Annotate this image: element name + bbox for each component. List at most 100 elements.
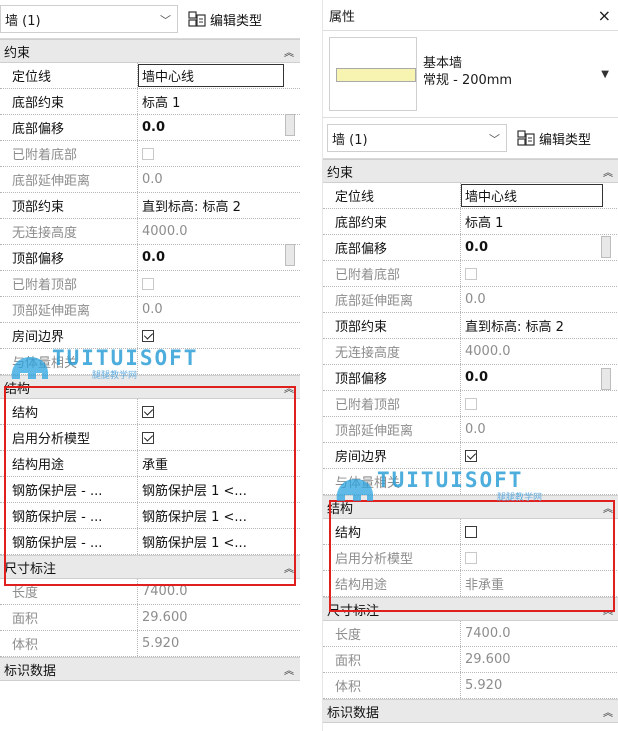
collapse-chevron-icon[interactable]: ︽	[603, 602, 613, 617]
collapse-chevron-icon[interactable]: ︽	[284, 44, 294, 59]
prop-row-structural-usage[interactable]: 结构用途 承重	[0, 451, 300, 477]
prop-label: 长度	[0, 579, 138, 604]
collapse-chevron-icon[interactable]: ︽	[603, 164, 613, 179]
prop-row-top-offset[interactable]: 顶部偏移 0.0	[0, 245, 300, 271]
prop-value: 4000.0	[142, 224, 188, 239]
prop-row-rebar-cover-2[interactable]: 钢筋保护层 - ... 钢筋保护层 1 <...	[0, 503, 300, 529]
scrollbar-thumb[interactable]	[601, 236, 611, 258]
checkbox-icon	[465, 551, 477, 564]
prop-row-structural[interactable]: 结构	[0, 399, 300, 425]
prop-label: 与体量相关	[0, 349, 138, 374]
prop-value-input[interactable]: 墙中心线	[461, 184, 603, 207]
prop-label: 已附着底部	[323, 261, 461, 286]
prop-value[interactable]: 钢筋保护层 1 <...	[138, 477, 300, 502]
prop-row-enable-analytical-model: 启用分析模型	[323, 545, 618, 571]
prop-label: 底部偏移	[323, 235, 461, 260]
prop-row-location-line[interactable]: 定位线 墙中心线	[0, 63, 300, 89]
edit-type-icon	[517, 130, 535, 146]
prop-label: 顶部约束	[0, 193, 138, 218]
prop-row-room-bounding[interactable]: 房间边界	[323, 443, 618, 469]
prop-label: 启用分析模型	[0, 425, 138, 450]
prop-value[interactable]	[461, 443, 618, 468]
checkbox-checked-icon[interactable]	[465, 449, 477, 462]
prop-row-base-offset[interactable]: 底部偏移 0.0	[323, 235, 618, 261]
prop-label: 顶部延伸距离	[323, 417, 461, 442]
prop-value[interactable]: 0.0	[461, 235, 618, 260]
prop-row-top-constraint[interactable]: 顶部约束 直到标高: 标高 2	[323, 313, 618, 339]
prop-value	[138, 349, 300, 374]
collapse-chevron-icon[interactable]: ︽	[284, 560, 294, 575]
prop-row-top-extension: 顶部延伸距离 0.0	[323, 417, 618, 443]
section-identity-data[interactable]: 标识数据 ︽	[0, 657, 300, 681]
section-constraints[interactable]: 约束 ︽	[0, 39, 300, 63]
prop-row-rebar-cover-3[interactable]: 钢筋保护层 - ... 钢筋保护层 1 <...	[0, 529, 300, 555]
prop-row-base-extension: 底部延伸距离 0.0	[0, 167, 300, 193]
close-icon[interactable]: ×	[598, 6, 611, 25]
prop-row-base-extension: 底部延伸距离 0.0	[323, 287, 618, 313]
prop-value[interactable]: 标高 1	[461, 209, 618, 234]
prop-value[interactable]	[138, 399, 300, 424]
section-structure[interactable]: 结构 ︽	[0, 375, 300, 399]
prop-value[interactable]	[461, 519, 618, 544]
prop-value[interactable]: 钢筋保护层 1 <...	[138, 529, 300, 554]
prop-row-structural[interactable]: 结构	[323, 519, 618, 545]
collapse-chevron-icon[interactable]: ︽	[284, 380, 294, 395]
prop-label: 已附着底部	[0, 141, 138, 166]
prop-value[interactable]: 0.0	[138, 245, 300, 270]
checkbox-checked-icon[interactable]	[142, 431, 154, 444]
prop-row-base-constraint[interactable]: 底部约束 标高 1	[0, 89, 300, 115]
prop-value[interactable]	[138, 425, 300, 450]
scrollbar-thumb[interactable]	[285, 244, 295, 266]
collapse-chevron-icon[interactable]: ︽	[603, 704, 613, 719]
prop-value[interactable]: 0.0	[138, 115, 300, 140]
instance-filter-dropdown[interactable]: 墙 (1) ﹀	[0, 5, 178, 33]
collapse-chevron-icon[interactable]: ︽	[284, 662, 294, 677]
prop-label: 定位线	[0, 63, 138, 88]
prop-value[interactable]: 0.0	[461, 365, 618, 390]
prop-value: 5.920	[465, 678, 503, 693]
prop-row-top-constraint[interactable]: 顶部约束 直到标高: 标高 2	[0, 193, 300, 219]
chevron-down-icon: ﹀	[160, 14, 171, 27]
edit-type-button[interactable]: 编辑类型	[188, 10, 262, 29]
dropdown-caret-icon[interactable]: ▼	[601, 69, 609, 80]
prop-row-base-attached: 已附着底部	[0, 141, 300, 167]
scrollbar-thumb[interactable]	[601, 368, 611, 390]
checkbox-checked-icon[interactable]	[142, 405, 154, 418]
prop-row-location-line[interactable]: 定位线 墙中心线	[323, 183, 618, 209]
type-selector[interactable]: 基本墙 常规 - 200mm ▼	[323, 31, 618, 118]
type-selector-bar: 墙 (1) ﹀ 编辑类型	[0, 0, 300, 39]
prop-row-volume: 体积 5.920	[0, 631, 300, 657]
section-constraints[interactable]: 约束 ︽	[323, 159, 618, 183]
prop-row-base-constraint[interactable]: 底部约束 标高 1	[323, 209, 618, 235]
prop-value[interactable]: 承重	[138, 451, 300, 476]
checkbox-unchecked-icon[interactable]	[465, 525, 477, 538]
prop-row-room-bounding[interactable]: 房间边界	[0, 323, 300, 349]
prop-label: 启用分析模型	[323, 545, 461, 570]
instance-filter-dropdown[interactable]: 墙 (1) ﹀	[327, 124, 507, 152]
section-dimensions[interactable]: 尺寸标注 ︽	[0, 555, 300, 579]
prop-row-top-offset[interactable]: 顶部偏移 0.0	[323, 365, 618, 391]
collapse-chevron-icon[interactable]: ︽	[603, 500, 613, 515]
prop-value: 0.0	[465, 292, 486, 307]
section-dimensions[interactable]: 尺寸标注 ︽	[323, 597, 618, 621]
prop-value[interactable]: 直到标高: 标高 2	[461, 313, 618, 338]
prop-row-rebar-cover-1[interactable]: 钢筋保护层 - ... 钢筋保护层 1 <...	[0, 477, 300, 503]
prop-value[interactable]	[138, 323, 300, 348]
prop-label: 底部偏移	[0, 115, 138, 140]
prop-value	[138, 271, 300, 296]
section-structure[interactable]: 结构 ︽	[323, 495, 618, 519]
prop-value-input[interactable]: 墙中心线	[138, 64, 284, 87]
checkbox-checked-icon[interactable]	[142, 329, 154, 342]
scrollbar-thumb[interactable]	[285, 114, 295, 136]
prop-row-enable-analytical-model[interactable]: 启用分析模型	[0, 425, 300, 451]
prop-value[interactable]: 钢筋保护层 1 <...	[138, 503, 300, 528]
edit-type-button[interactable]: 编辑类型	[517, 129, 591, 148]
prop-value: 29.600	[465, 652, 511, 667]
prop-row-base-offset[interactable]: 底部偏移 0.0	[0, 115, 300, 141]
checkbox-icon	[465, 397, 477, 410]
prop-value[interactable]: 直到标高: 标高 2	[138, 193, 300, 218]
prop-value[interactable]: 标高 1	[138, 89, 300, 114]
section-title: 标识数据	[4, 663, 57, 679]
section-identity-data[interactable]: 标识数据 ︽	[323, 699, 618, 723]
prop-value-text: 0.0	[465, 240, 489, 255]
